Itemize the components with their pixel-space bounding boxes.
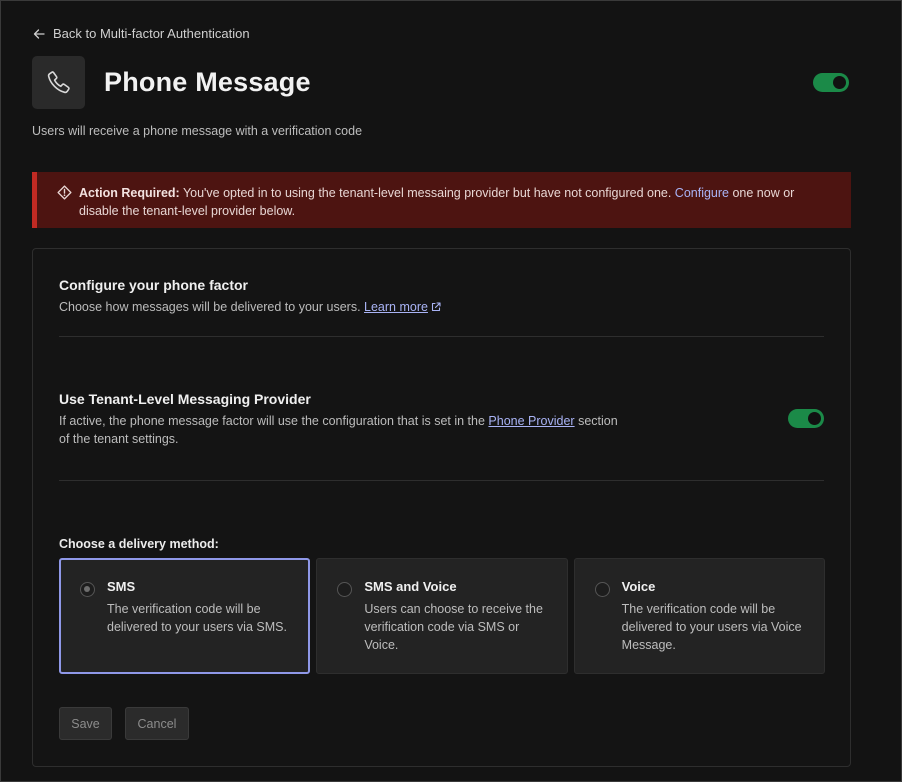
alert-text: You've opted in to using the tenant-leve… [179, 186, 675, 200]
save-button[interactable]: Save [59, 707, 112, 740]
option-title: Voice [621, 579, 656, 594]
radio-button[interactable] [594, 582, 610, 597]
option-title: SMS and Voice [364, 579, 457, 594]
delivery-option-sms[interactable]: SMS The verification code will be delive… [59, 558, 311, 674]
delivery-method-label: Choose a delivery method: [59, 537, 219, 551]
divider [59, 480, 824, 481]
cancel-button[interactable]: Cancel [125, 707, 189, 740]
toggle-knob [808, 412, 821, 425]
page: Back to Multi-factor Authentication Phon… [0, 0, 902, 782]
warning-icon [57, 185, 72, 200]
tenant-provider-title: Use Tenant-Level Messaging Provider [59, 391, 311, 407]
page-title: Phone Message [104, 66, 311, 97]
radio-button[interactable] [80, 582, 95, 597]
option-desc: Users can choose to receive the verifica… [364, 602, 543, 652]
option-desc: The verification code will be delivered … [621, 602, 802, 652]
back-link[interactable]: Back to Multi-factor Authentication [33, 26, 250, 41]
tenant-desc-line2: of the tenant settings. [59, 432, 179, 446]
option-title: SMS [107, 579, 136, 594]
option-desc: The verification code will be delivered … [107, 602, 287, 634]
radio-button[interactable] [337, 582, 353, 597]
external-link-icon [431, 302, 441, 312]
configure-link[interactable]: Configure [675, 186, 729, 200]
tenant-provider-desc: If active, the phone message factor will… [59, 412, 619, 448]
page-subtitle: Users will receive a phone message with … [32, 124, 363, 138]
arrow-left-icon [33, 28, 45, 39]
configure-desc-text: Choose how messages will be delivered to… [59, 300, 365, 314]
configure-desc: Choose how messages will be delivered to… [59, 298, 441, 316]
page-header: Phone Message [32, 55, 849, 109]
learn-more-link[interactable]: Learn more [364, 300, 428, 314]
tenant-desc-text: If active, the phone message factor will… [59, 414, 489, 428]
phone-icon [47, 71, 70, 94]
action-required-alert: Action Required: You've opted in to usin… [32, 172, 851, 228]
delivery-options: SMS The verification code will be delive… [59, 558, 825, 675]
delivery-option-voice[interactable]: Voice The verification code will be deli… [573, 558, 825, 674]
phone-provider-link[interactable]: Phone Provider [488, 414, 574, 428]
factor-icon-tile [32, 55, 85, 109]
configure-title: Configure your phone factor [59, 277, 248, 293]
settings-card: Configure your phone factor Choose how m… [32, 248, 851, 767]
back-link-label: Back to Multi-factor Authentication [53, 26, 250, 41]
delivery-option-sms-and-voice[interactable]: SMS and Voice Users can choose to receiv… [316, 558, 568, 674]
toggle-knob [833, 75, 846, 89]
factor-enabled-toggle[interactable] [813, 72, 849, 92]
alert-strong: Action Required: [79, 186, 180, 200]
tenant-desc-after: section [574, 414, 618, 428]
tenant-provider-toggle[interactable] [788, 409, 824, 428]
divider [59, 336, 824, 337]
